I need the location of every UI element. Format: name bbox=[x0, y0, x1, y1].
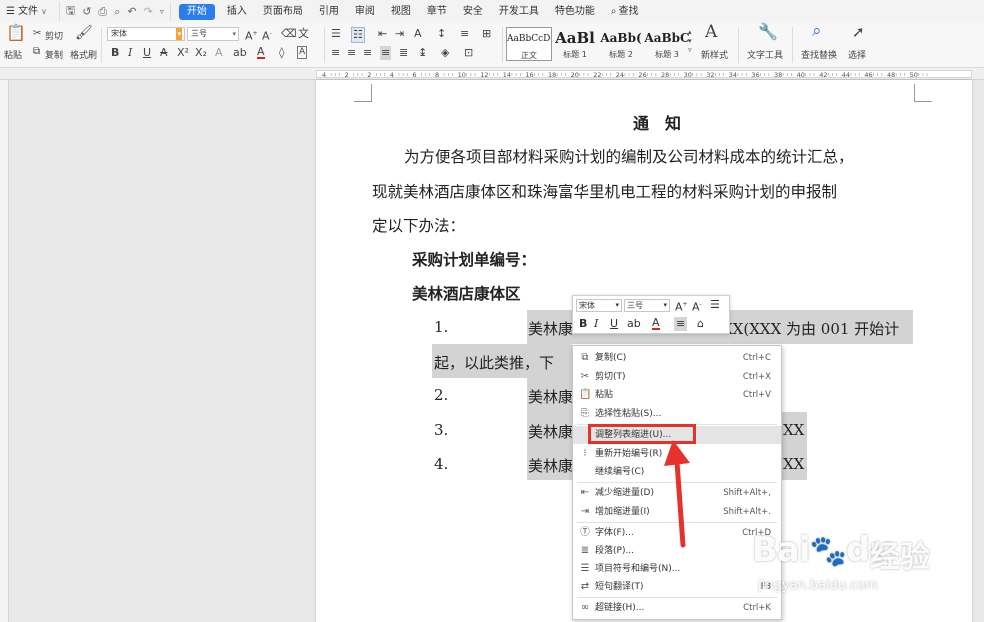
watermark-brand: Bai bbox=[752, 530, 811, 570]
menu-item-label: 减少缩进量(D) bbox=[595, 488, 654, 498]
mini-size-value: 三号 bbox=[627, 301, 643, 310]
increase-indent-icon: ⇥ bbox=[580, 506, 590, 517]
font-icon: Ⓣ bbox=[580, 527, 590, 538]
doc-title: 通 知 bbox=[633, 114, 682, 133]
restart-numbering-icon: ⁝ bbox=[583, 448, 587, 459]
list-item-text: 美林康 bbox=[528, 457, 574, 475]
menu-item-shortcut: Ctrl+X bbox=[742, 372, 771, 382]
list-item-text: 美林康 bbox=[528, 388, 574, 406]
menu-item-paste-special[interactable]: ⎘ 选择性粘贴(S)... bbox=[573, 405, 781, 423]
decrease-indent-icon: ⇤ bbox=[580, 487, 590, 498]
copy-icon: ⧉ bbox=[581, 352, 589, 363]
menu-item-label: 超链接(H)... bbox=[595, 603, 645, 613]
list-number: 3. bbox=[434, 421, 449, 439]
menu-item-copy[interactable]: ⧉ 复制(C) Ctrl+C bbox=[573, 349, 781, 367]
list-item-text: 美林康 bbox=[528, 320, 574, 338]
hyperlink-icon: ∞ bbox=[580, 602, 590, 613]
context-menu: ⧉ 复制(C) Ctrl+C ✂ 剪切(T) Ctrl+X 📋 粘贴 Ctrl+… bbox=[572, 345, 782, 620]
list-item-text: XX(XXX 为由 001 开始计 bbox=[722, 320, 900, 338]
menu-item-label: 增加缩进量(I) bbox=[595, 507, 650, 517]
list-item-text: 美林康 bbox=[528, 423, 574, 441]
chevron-down-icon: ▾ bbox=[663, 301, 667, 309]
font-color-icon[interactable]: A bbox=[652, 317, 660, 330]
paw-icon: 🐾 bbox=[809, 534, 847, 569]
list-item-text: XX bbox=[783, 421, 805, 439]
menu-item-shortcut: Shift+Alt+, bbox=[723, 488, 771, 498]
doc-paragraph-line: 为方便各项目部材料采购计划的编制及公司材料成本的统计汇总， bbox=[404, 148, 854, 166]
menu-item-font[interactable]: Ⓣ 字体(F)... Ctrl+D bbox=[573, 524, 781, 542]
underline-icon[interactable]: U bbox=[610, 317, 618, 331]
paragraph-icon: ≣ bbox=[580, 545, 590, 556]
menu-item-label: 继续编号(C) bbox=[595, 467, 645, 477]
cut-icon: ✂ bbox=[580, 371, 590, 382]
baidu-watermark: Bai🐾du 经验 jingyan.baidu.com bbox=[752, 520, 942, 600]
menu-item-shortcut: Ctrl+C bbox=[742, 353, 771, 363]
menu-item-decrease-indent[interactable]: ⇤ 减少缩进量(D) Shift+Alt+, bbox=[573, 484, 781, 502]
list-number: 1. bbox=[434, 318, 449, 336]
list-number: 4. bbox=[434, 455, 449, 473]
watermark-cn: 经验 bbox=[870, 540, 930, 575]
menu-item-hyperlink[interactable]: ∞ 超链接(H)... Ctrl+K bbox=[573, 599, 781, 617]
mini-size-select[interactable]: 三号 ▾ bbox=[624, 299, 670, 312]
menu-item-label: 重新开始编号(R) bbox=[595, 449, 663, 459]
paste-icon: 📋 bbox=[579, 389, 592, 400]
list-number: 2. bbox=[434, 386, 449, 404]
grow-font-icon[interactable]: A+ bbox=[675, 298, 688, 315]
list-format-icon[interactable]: ☰ bbox=[710, 298, 720, 312]
paste-special-icon: ⎘ bbox=[581, 408, 589, 419]
annotation-highlight-box bbox=[588, 424, 696, 444]
menu-item-label: 粘贴 bbox=[595, 390, 614, 400]
menu-separator bbox=[577, 482, 777, 483]
menu-item-paste[interactable]: 📋 粘贴 Ctrl+V bbox=[573, 386, 781, 404]
doc-heading: 美林酒店康体区 bbox=[412, 284, 521, 303]
menu-item-restart-numbering[interactable]: ⁝ 重新开始编号(R) bbox=[573, 445, 781, 463]
italic-icon[interactable]: I bbox=[594, 317, 598, 331]
doc-paragraph-line: 现就美林酒店康体区和珠海富华里机电工程的材料采购计划的申报制 bbox=[372, 183, 838, 201]
mini-font-select[interactable]: 宋体 ▾ bbox=[576, 299, 622, 312]
menu-item-label: 复制(C) bbox=[595, 353, 627, 363]
menu-item-increase-indent[interactable]: ⇥ 增加缩进量(I) Shift+Alt+. bbox=[573, 503, 781, 521]
menu-item-shortcut: Ctrl+V bbox=[742, 390, 771, 400]
doc-heading: 采购计划单编号： bbox=[412, 250, 537, 269]
list-item-text: 起，以此类推，下 bbox=[434, 354, 555, 372]
mini-font-value: 宋体 bbox=[579, 301, 595, 310]
menu-item-bullets-numbering[interactable]: ☰ 项目符号和编号(N)... bbox=[573, 560, 781, 578]
format-painter-icon[interactable]: ⌂ bbox=[697, 317, 704, 331]
watermark-url: jingyan.baidu.com bbox=[758, 578, 878, 593]
shrink-font-icon[interactable]: A- bbox=[692, 298, 702, 315]
translate-icon: ⇄ bbox=[580, 581, 590, 592]
menu-item-shortcut: Shift+Alt+. bbox=[723, 507, 771, 517]
menu-item-label: 剪切(T) bbox=[595, 372, 626, 382]
doc-paragraph-line: 定以下办法： bbox=[372, 217, 466, 235]
bold-icon[interactable]: B bbox=[579, 317, 587, 331]
menu-item-label: 项目符号和编号(N)... bbox=[595, 564, 681, 574]
chevron-down-icon: ▾ bbox=[615, 301, 619, 309]
list-item-text: XX bbox=[783, 455, 805, 473]
menu-item-cut[interactable]: ✂ 剪切(T) Ctrl+X bbox=[573, 368, 781, 386]
menu-item-translate[interactable]: ⇄ 短句翻译(T) F8 bbox=[573, 578, 781, 596]
menu-item-label: 短句翻译(T) bbox=[595, 582, 644, 592]
bullets-numbering-icon: ☰ bbox=[580, 563, 590, 574]
menu-separator bbox=[577, 522, 777, 523]
align-icon[interactable]: ≡ bbox=[674, 317, 688, 331]
menu-item-label: 字体(F)... bbox=[595, 528, 634, 538]
highlight-color-icon[interactable]: ab bbox=[627, 317, 641, 331]
menu-item-continue-numbering[interactable]: 继续编号(C) bbox=[573, 463, 781, 481]
menu-item-paragraph[interactable]: ≣ 段落(P)... bbox=[573, 542, 781, 560]
menu-separator bbox=[577, 597, 777, 598]
floating-mini-toolbar: 宋体 ▾ 三号 ▾ A+ A- ☰ B I U ab A ≡ ⌂ bbox=[572, 295, 730, 334]
menu-item-label: 选择性粘贴(S)... bbox=[595, 409, 662, 419]
menu-item-shortcut: Ctrl+K bbox=[743, 603, 771, 613]
menu-item-label: 段落(P)... bbox=[595, 546, 635, 556]
